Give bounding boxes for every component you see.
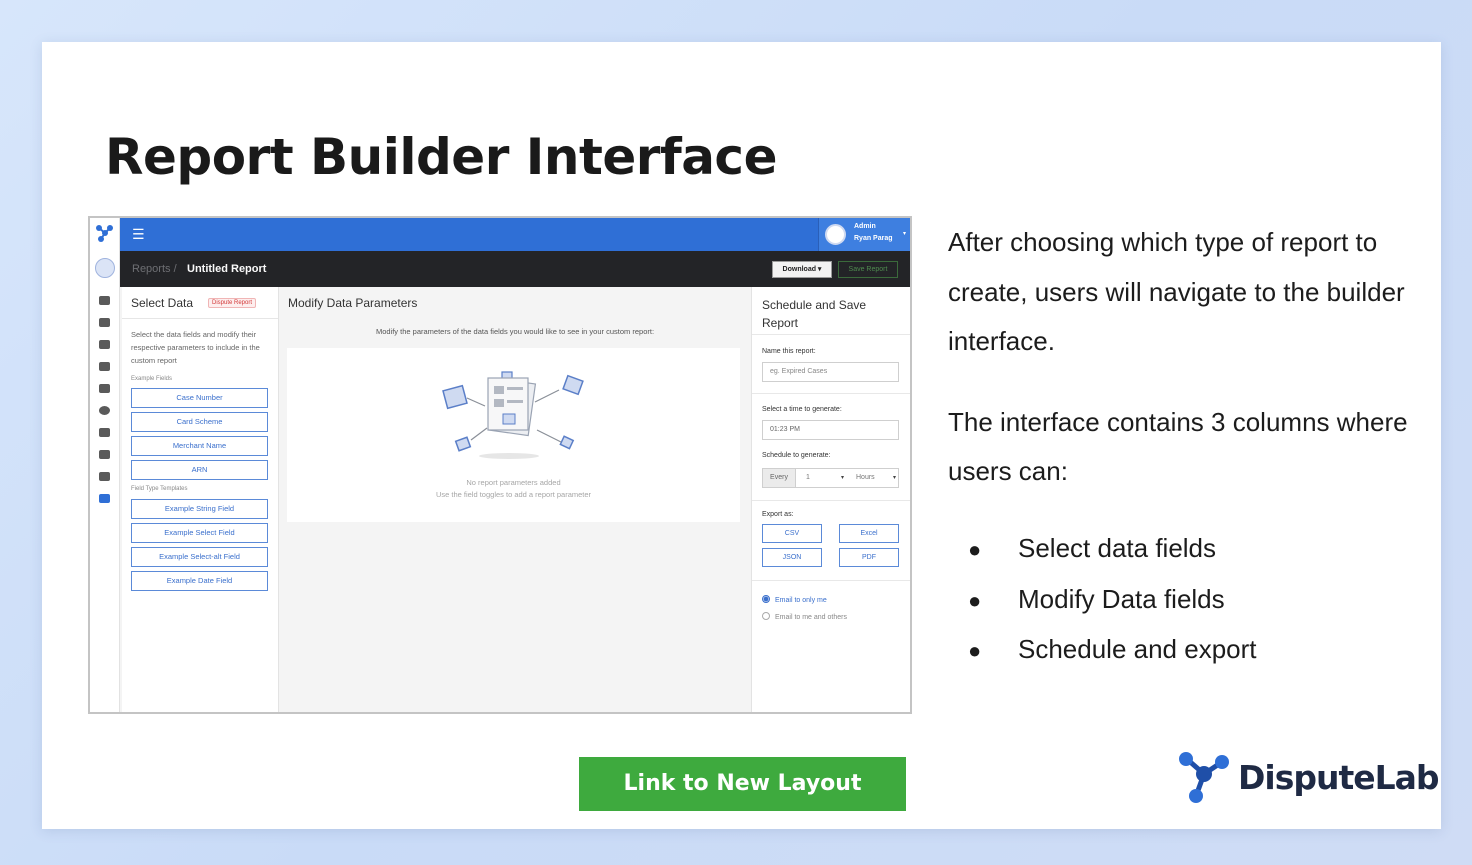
bullet-icon: ● <box>968 537 982 562</box>
divider <box>122 318 278 319</box>
top-navbar: ☰ Admin Ryan Parag ▾ <box>120 218 910 251</box>
bullet-icon: ● <box>968 638 982 663</box>
template-button-select-alt[interactable]: Example Select-alt Field <box>131 547 268 567</box>
email-only-me-radio[interactable]: Email to only me <box>762 595 827 604</box>
save-report-button[interactable]: Save Report <box>838 261 898 278</box>
home-icon[interactable] <box>99 296 110 305</box>
briefcase-icon[interactable] <box>99 318 110 327</box>
users-icon[interactable] <box>99 472 110 481</box>
card-icon[interactable] <box>99 384 110 393</box>
user-avatar-icon <box>825 224 846 245</box>
chevron-down-icon: ▾ <box>893 475 897 481</box>
empty-state-subtitle: Use the field toggles to add a report pa… <box>435 490 592 499</box>
field-button-merchant-name[interactable]: Merchant Name <box>131 436 268 456</box>
list-item: ● Select data fields <box>968 524 1257 575</box>
list-item-label: Modify Data fields <box>1018 583 1225 614</box>
modify-parameters-column: Modify Data Parameters Modify the parame… <box>280 287 750 712</box>
select-data-heading: Select Data <box>131 296 194 310</box>
bullet-icon: ● <box>968 587 982 613</box>
every-label: Every <box>763 469 796 487</box>
export-csv-button[interactable]: CSV <box>762 524 822 543</box>
list-item: ● Schedule and export <box>968 625 1257 676</box>
breadcrumb-parent[interactable]: Reports / <box>132 263 177 275</box>
email-only-me-label: Email to only me <box>775 597 827 604</box>
report-type-badge: Dispute Report <box>208 298 257 308</box>
reports-icon[interactable] <box>99 494 110 503</box>
export-excel-button[interactable]: Excel <box>839 524 899 543</box>
radio-selected-icon <box>762 595 770 603</box>
columns-paragraph: The interface contains 3 columns where u… <box>948 406 1408 487</box>
templates-label: Field Type Templates <box>131 486 188 492</box>
export-pdf-button[interactable]: PDF <box>839 548 899 567</box>
breadcrumb: Reports / Untitled Report Download ▾ Sav… <box>120 251 910 287</box>
new-layout-link-button[interactable]: Link to New Layout <box>579 757 906 811</box>
divider <box>752 500 910 501</box>
list-item-label: Schedule and export <box>1018 634 1257 664</box>
time-input[interactable]: 01:23 PM <box>762 420 899 440</box>
report-name-label: Name this report: <box>762 348 816 355</box>
unit-select[interactable]: Hours <box>856 469 875 487</box>
report-name-input[interactable]: eg. Expired Cases <box>762 362 899 382</box>
email-me-and-others-label: Email to me and others <box>775 614 847 621</box>
feature-list: ● Select data fields ● Modify Data fields … <box>968 524 1257 676</box>
chevron-down-icon: ▾ <box>902 231 906 237</box>
avatar-icon[interactable] <box>95 258 115 278</box>
template-button-select[interactable]: Example Select Field <box>131 523 268 543</box>
template-button-string[interactable]: Example String Field <box>131 499 268 519</box>
field-button-card-scheme[interactable]: Card Scheme <box>131 412 268 432</box>
field-button-arn[interactable]: ARN <box>131 460 268 480</box>
export-label: Export as: <box>762 511 794 518</box>
disputelab-logo-icon <box>96 225 113 242</box>
empty-state-title: No report parameters added <box>466 478 561 487</box>
download-button[interactable]: Download ▾ <box>772 261 832 278</box>
field-button-case-number[interactable]: Case Number <box>131 388 268 408</box>
divider <box>752 580 910 581</box>
user-name: Ryan Parag <box>854 235 893 242</box>
schedule-save-column: Schedule and Save Report Name this repor… <box>751 287 910 712</box>
slide: Report Builder Interface ☰ Admin Ryan Pa… <box>42 42 1441 829</box>
divider <box>752 334 910 335</box>
select-data-description: Select the data fields and modify their … <box>131 330 260 365</box>
schedule-control: Every 1 ▾ Hours ▾ <box>762 468 899 488</box>
schedule-save-heading: Schedule and Save Report <box>762 298 867 330</box>
time-label: Select a time to generate: <box>762 406 842 413</box>
schedule-label: Schedule to generate: <box>762 452 831 459</box>
description-text: After choosing which type of report to c… <box>948 218 1428 497</box>
chevron-down-icon: ▾ <box>841 475 845 481</box>
parameters-panel: No report parameters added Use the field… <box>287 348 740 522</box>
divider <box>752 393 910 394</box>
list-item-label: Select data fields <box>1018 533 1217 563</box>
icon-rail <box>90 218 120 712</box>
modify-parameters-hint: Modify the parameters of the data fields… <box>375 327 655 336</box>
email-me-and-others-radio[interactable]: Email to me and others <box>762 612 847 621</box>
warning-icon[interactable] <box>99 450 110 459</box>
modify-parameters-heading: Modify Data Parameters <box>288 296 418 310</box>
disputelab-logo-icon <box>1179 752 1229 803</box>
intro-paragraph: After choosing which type of report to c… <box>948 227 1405 356</box>
brand-name: DisputeLab <box>1238 758 1440 797</box>
radio-icon <box>762 612 770 620</box>
user-role: Admin <box>854 223 876 230</box>
user-menu[interactable]: Admin Ryan Parag ▾ <box>818 218 910 251</box>
slide-title: Report Builder Interface <box>105 128 777 186</box>
select-data-column: Select Data Dispute Report Select the da… <box>122 287 279 712</box>
example-fields-label: Example Fields <box>131 376 173 382</box>
inbox-icon[interactable] <box>99 362 110 371</box>
brand-logo: DisputeLab <box>1176 748 1440 806</box>
document-icon[interactable] <box>99 428 110 437</box>
list-item: ● Modify Data fields <box>968 575 1257 626</box>
interval-select[interactable]: 1 <box>806 469 810 487</box>
breadcrumb-current: Untitled Report <box>187 263 267 275</box>
checklist-icon[interactable] <box>99 340 110 349</box>
template-button-date[interactable]: Example Date Field <box>131 571 268 591</box>
gear-icon[interactable] <box>99 406 110 415</box>
empty-state-illustration-icon <box>442 371 584 459</box>
menu-icon[interactable]: ☰ <box>132 228 145 242</box>
report-builder-screenshot: ☰ Admin Ryan Parag ▾ Reports / Untitled … <box>88 216 912 714</box>
export-json-button[interactable]: JSON <box>762 548 822 567</box>
